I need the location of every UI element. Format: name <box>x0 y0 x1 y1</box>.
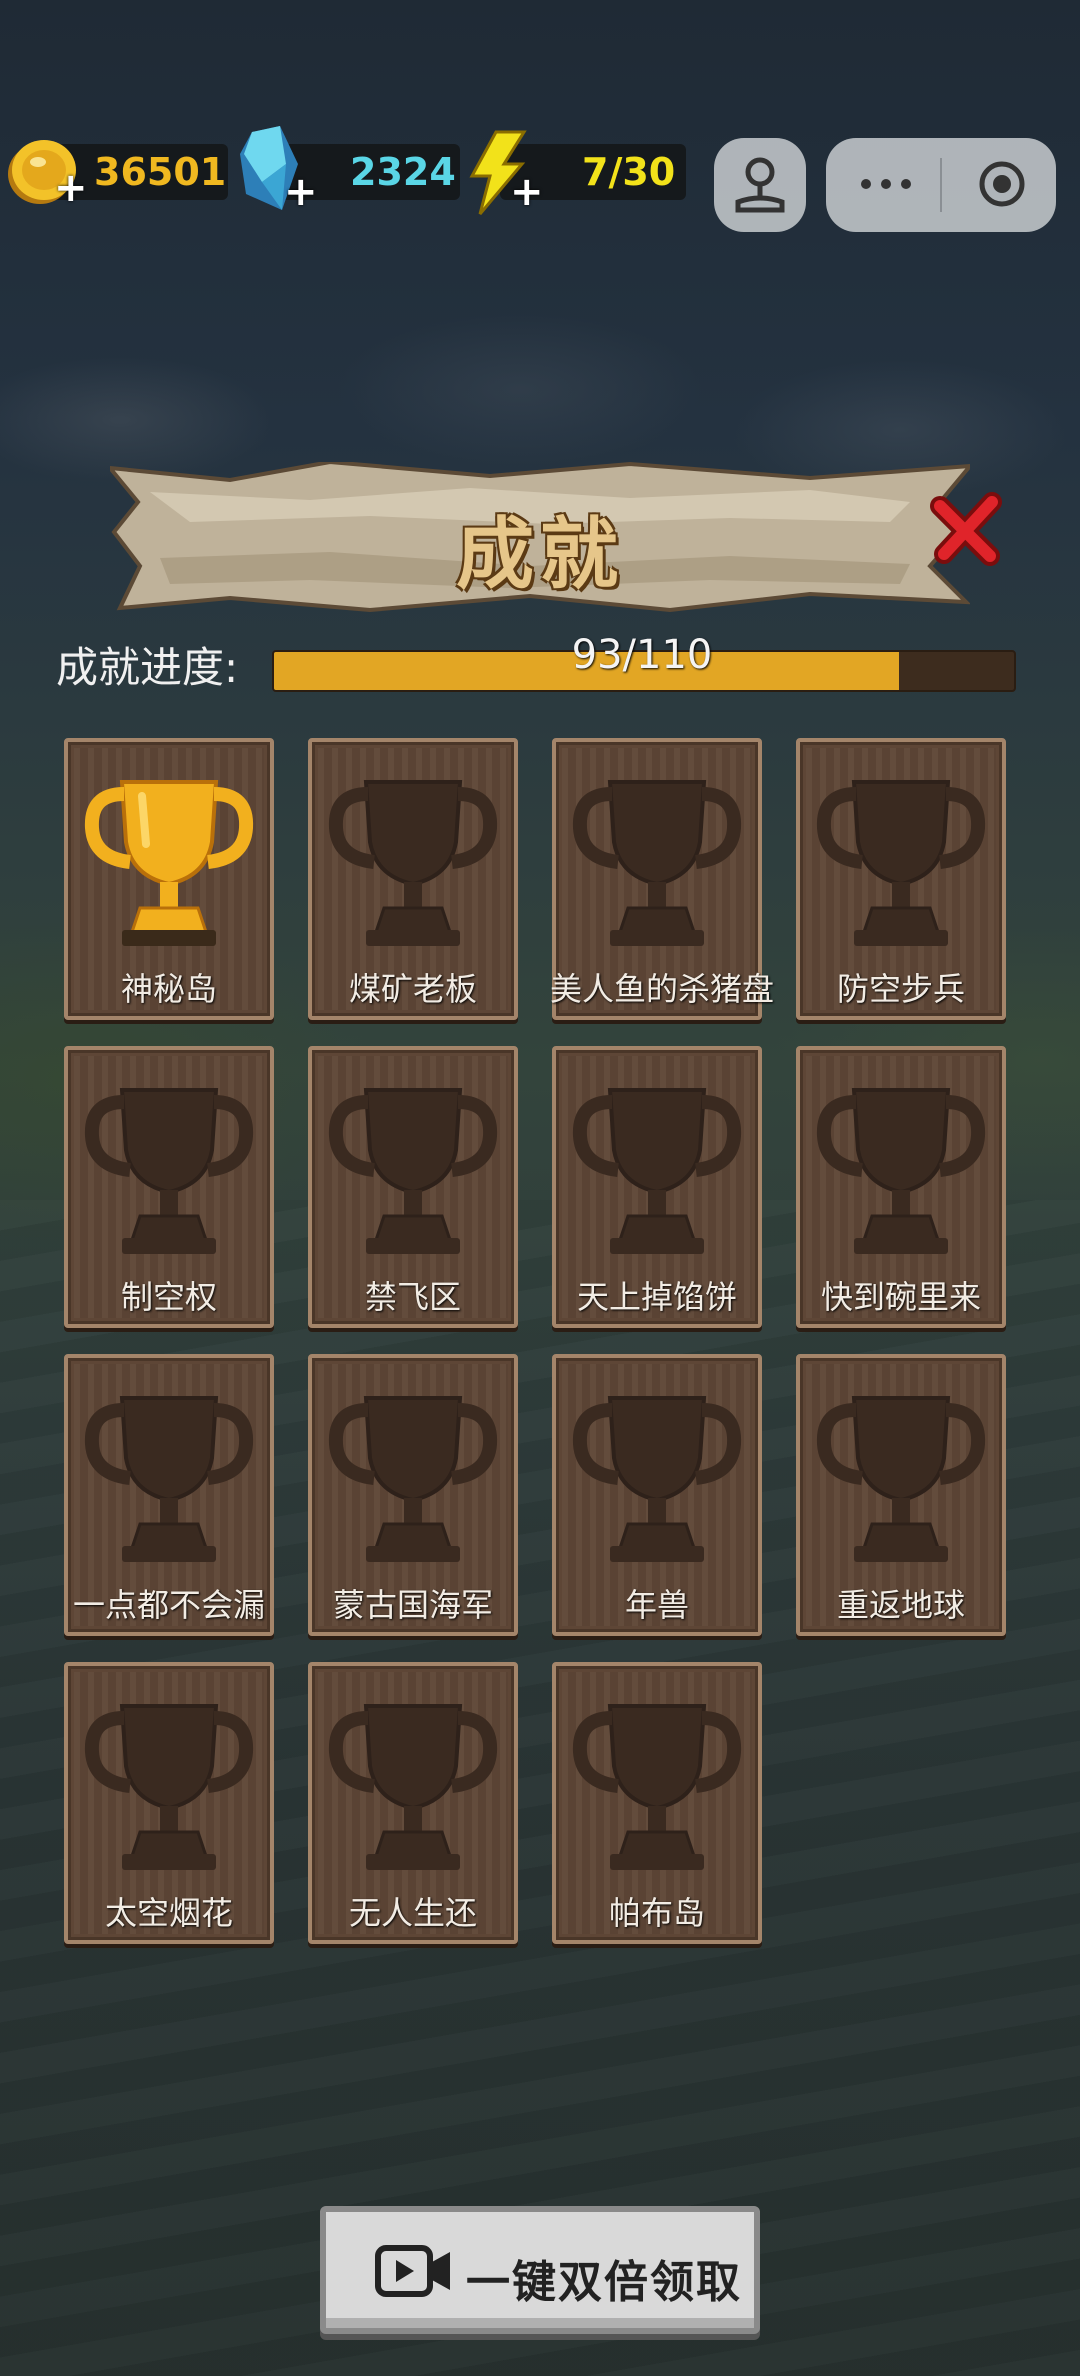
close-icon <box>930 492 1002 566</box>
coin-count: 36501 <box>94 150 227 194</box>
more-dots-icon <box>861 179 911 189</box>
achievement-card[interactable]: 神秘岛 <box>64 738 274 1020</box>
achievement-card[interactable]: 蒙古国海军 <box>308 1354 518 1636</box>
locked-trophy-icon <box>328 1704 498 1870</box>
gold-trophy-icon <box>84 780 254 946</box>
achievement-card[interactable]: 天上掉馅饼 <box>552 1046 762 1328</box>
achievement-card[interactable]: 年兽 <box>552 1354 762 1636</box>
gem-count: 2324 <box>350 150 456 194</box>
achievement-card[interactable]: 防空步兵 <box>796 738 1006 1020</box>
achievement-label: 天上掉馅饼 <box>576 1278 737 1316</box>
achievement-label: 重返地球 <box>836 1586 965 1624</box>
locked-trophy-icon <box>572 1088 742 1254</box>
joystick-button[interactable] <box>714 138 806 232</box>
close-app-button[interactable] <box>966 156 1038 212</box>
achievement-card[interactable]: 一点都不会漏 <box>64 1354 274 1636</box>
achievement-label: 煤矿老板 <box>348 970 477 1008</box>
target-circle-icon <box>979 161 1025 207</box>
locked-trophy-icon <box>328 1396 498 1562</box>
close-button[interactable] <box>930 492 1004 566</box>
locked-trophy-icon <box>84 1396 254 1562</box>
locked-trophy-icon <box>84 1704 254 1870</box>
locked-trophy-icon <box>572 780 742 946</box>
achievement-card[interactable]: 煤矿老板 <box>308 738 518 1020</box>
mini-program-capsule <box>826 138 1056 232</box>
achievement-label: 制空权 <box>120 1278 217 1316</box>
locked-trophy-icon <box>572 1704 742 1870</box>
joystick-icon <box>735 157 785 213</box>
achievement-card[interactable]: 无人生还 <box>308 1662 518 1944</box>
achievement-label: 美人鱼的杀猪盘 <box>550 970 775 1008</box>
achievement-card[interactable]: 重返地球 <box>796 1354 1006 1636</box>
locked-trophy-icon <box>816 1396 986 1562</box>
more-menu-button[interactable] <box>850 156 922 212</box>
achievement-label: 太空烟花 <box>104 1894 233 1932</box>
achievement-label: 年兽 <box>624 1586 689 1624</box>
progress-text: 93/110 <box>571 632 713 678</box>
achievement-card[interactable]: 禁飞区 <box>308 1046 518 1328</box>
achievement-card[interactable]: 帕布岛 <box>552 1662 762 1944</box>
achievement-card[interactable]: 快到碗里来 <box>796 1046 1006 1328</box>
double-claim-button[interactable]: 一键双倍领取 <box>320 2206 760 2334</box>
achievement-card[interactable]: 美人鱼的杀猪盘 <box>550 738 775 1020</box>
claim-button-label: 一键双倍领取 <box>466 2257 742 2308</box>
energy-plus-icon[interactable]: + <box>510 172 544 212</box>
locked-trophy-icon <box>816 780 986 946</box>
energy-count: 7/30 <box>582 150 676 194</box>
locked-trophy-icon <box>84 1088 254 1254</box>
gem-plus-icon[interactable]: + <box>284 172 318 212</box>
coin-plus-icon[interactable]: + <box>54 168 88 208</box>
achievement-label: 蒙古国海军 <box>332 1586 493 1624</box>
achievement-label: 无人生还 <box>348 1894 477 1932</box>
achievement-label: 帕布岛 <box>608 1894 705 1932</box>
achievement-card[interactable]: 太空烟花 <box>64 1662 274 1944</box>
achievement-label: 快到碗里来 <box>820 1278 981 1316</box>
achievement-label: 神秘岛 <box>120 970 217 1008</box>
achievement-label: 防空步兵 <box>836 970 965 1008</box>
video-camera-icon <box>375 2245 450 2297</box>
achievement-card[interactable]: 制空权 <box>64 1046 274 1328</box>
progress-label: 成就进度: <box>56 643 239 692</box>
locked-trophy-icon <box>572 1396 742 1562</box>
locked-trophy-icon <box>328 780 498 946</box>
locked-trophy-icon <box>328 1088 498 1254</box>
locked-trophy-icon <box>816 1088 986 1254</box>
achievement-label: 一点都不会漏 <box>72 1586 265 1624</box>
capsule-divider <box>940 158 942 212</box>
title-board: 成就 <box>110 462 970 612</box>
page-title: 成就 <box>455 510 624 600</box>
achievement-label: 禁飞区 <box>364 1278 461 1316</box>
